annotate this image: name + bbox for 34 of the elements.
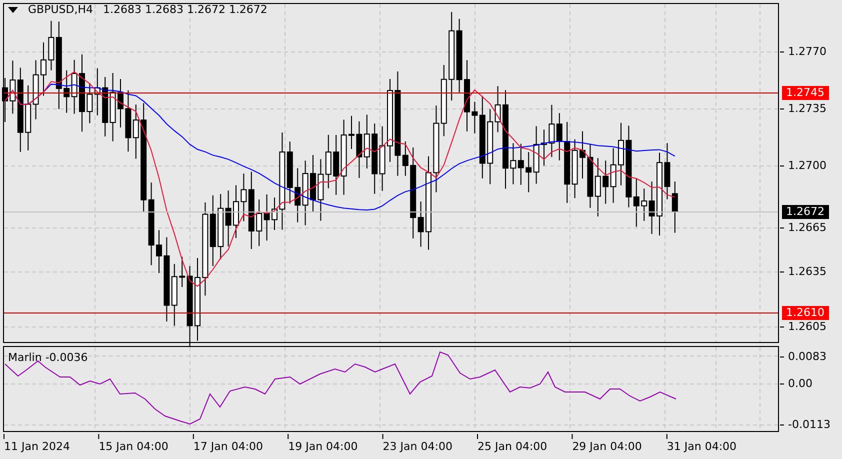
candlestick: [618, 122, 624, 186]
time-tick-label: 19 Jan 04:00: [288, 440, 358, 453]
time-tick-label: 29 Jan 04:00: [572, 440, 642, 453]
candlestick: [156, 230, 162, 274]
indicator-tick-label: 0.0083: [788, 350, 826, 364]
candlestick: [272, 197, 278, 231]
indicator-label: Marlin -0.0036: [8, 351, 88, 364]
price-level-label: 1.2610: [782, 306, 828, 320]
time-tick-label: 25 Jan 04:00: [478, 440, 548, 453]
candlestick: [348, 115, 354, 150]
time-tick-label: 11 Jan 2024: [4, 440, 70, 453]
time-tick-label: 15 Jan 04:00: [98, 440, 168, 453]
candlestick: [40, 42, 46, 96]
current-price-label: 1.2672: [782, 205, 828, 219]
price-tick-label: 1.2635: [788, 265, 826, 279]
price-tick-label: 1.2605: [788, 320, 826, 334]
indicator-tick-label: -0.0113: [788, 418, 830, 432]
candlestick: [118, 78, 124, 128]
time-tick-label: 31 Jan 04:00: [666, 440, 737, 453]
candlestick: [233, 184, 239, 238]
time-tick-label: 17 Jan 04:00: [193, 440, 264, 453]
price-tick-label: 1.2665: [788, 221, 826, 235]
time-tick-label: 23 Jan 04:00: [382, 440, 452, 453]
price-level-label: 1.2745: [782, 86, 828, 100]
candlestick: [541, 129, 547, 166]
symbol-label: GBPUSD,H4: [28, 3, 93, 16]
dropdown-triangle-icon[interactable]: [8, 6, 18, 12]
price-tick-label: 1.2735: [788, 102, 826, 116]
price-tick-label: 1.2700: [788, 159, 826, 173]
indicator-tick-label: 0.00: [788, 377, 812, 391]
ohlc-values: 1.2683 1.2683 1.2672 1.2672: [102, 3, 268, 16]
price-tick-label: 1.2770: [788, 45, 826, 59]
candlestick: [310, 154, 316, 212]
candlestick: [580, 130, 586, 179]
